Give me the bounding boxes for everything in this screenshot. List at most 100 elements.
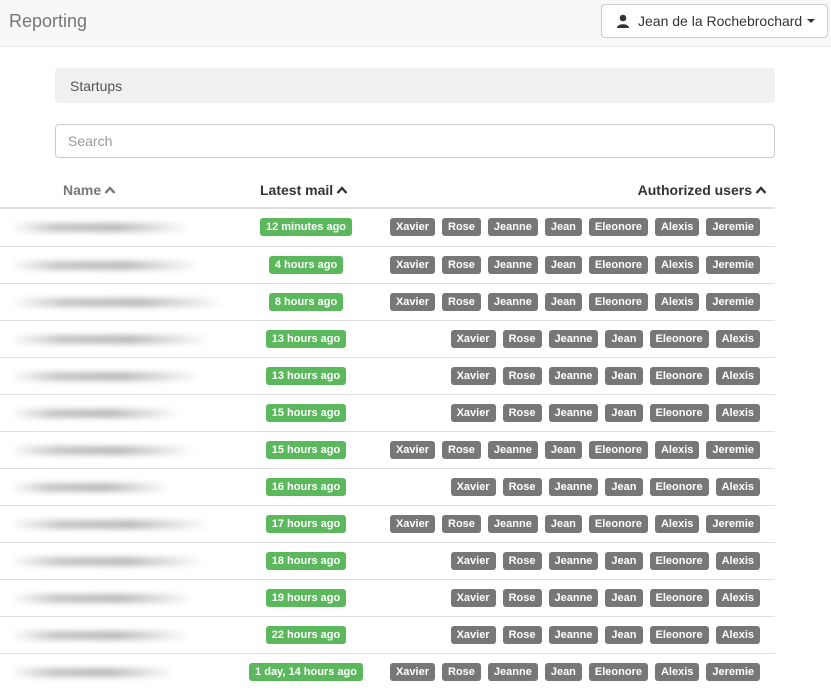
latest-mail-cell: 8 hours ago xyxy=(200,284,412,320)
startup-name-redacted xyxy=(10,631,190,640)
user-badge: Xavier xyxy=(389,293,435,311)
column-header-authorized-users[interactable]: Authorized users xyxy=(638,182,767,198)
column-header-authorized-users-label: Authorized users xyxy=(637,182,752,198)
user-badge: Jeanne xyxy=(548,478,599,496)
user-badge: Rose xyxy=(442,256,481,274)
startup-name-redacted xyxy=(10,261,200,270)
user-badge: Eleonore xyxy=(649,404,709,422)
user-badge: Rose xyxy=(502,404,542,422)
table-row[interactable]: 13 hours ago Xavier Rose Jeanne Jean Eleonore… xyxy=(0,320,775,357)
table-header: Name Latest mail Authorized users xyxy=(0,172,775,209)
authorized-users-cell: Xavier Rose Jeanne Jean Eleonore Alexis Jeremi… xyxy=(389,432,760,468)
search-input[interactable] xyxy=(55,124,775,158)
table-row[interactable]: 15 hours ago Xavier Rose Jeanne Jean Eleonore… xyxy=(0,431,775,468)
user-menu-button[interactable]: Jean de la Rochebrochard xyxy=(601,4,828,38)
latest-mail-badge: 13 hours ago xyxy=(265,330,347,348)
startup-name-redacted xyxy=(10,483,170,492)
user-badge: Xavier xyxy=(450,589,496,607)
user-badge: Alexis xyxy=(715,626,760,644)
user-badge: Alexis xyxy=(715,552,760,570)
user-badge: Jean xyxy=(605,404,643,422)
authorized-users-cell: Xavier Rose Jeanne Jean Eleonore Alexis Jeremi… xyxy=(389,506,760,542)
latest-mail-cell: 12 minutes ago xyxy=(200,209,412,245)
table-row[interactable]: 15 hours ago Xavier Rose Jeanne Jean Eleonore… xyxy=(0,394,775,431)
user-badge: Rose xyxy=(442,218,481,236)
user-badge: Eleonore xyxy=(588,441,648,459)
latest-mail-badge: 18 hours ago xyxy=(265,552,347,570)
user-badge: Eleonore xyxy=(649,367,709,385)
chevron-up-icon xyxy=(104,186,116,194)
table-row[interactable]: 4 hours ago Xavier Rose Jeanne Jean Eleonore A… xyxy=(0,246,775,283)
user-badge: Rose xyxy=(502,552,542,570)
column-header-latest-mail[interactable]: Latest mail xyxy=(260,182,348,198)
startup-name-redacted xyxy=(10,520,210,529)
latest-mail-badge: 15 hours ago xyxy=(265,441,347,459)
user-badge: Jean xyxy=(605,367,643,385)
user-badge: Rose xyxy=(502,626,542,644)
user-badge: Eleonore xyxy=(588,256,648,274)
table-row[interactable]: 1 day, 14 hours ago Xavier Rose Jeanne Jean E… xyxy=(0,653,775,690)
user-badge: Jeremie xyxy=(706,256,760,274)
user-badge: Jeanne xyxy=(487,441,538,459)
latest-mail-cell: 15 hours ago xyxy=(200,395,412,431)
table-row[interactable]: 12 minutes ago Xavier Rose Jeanne Jean Eleono… xyxy=(0,209,775,246)
latest-mail-badge: 4 hours ago xyxy=(268,256,344,274)
user-badge: Alexis xyxy=(654,441,700,459)
user-badge: Jeanne xyxy=(548,626,599,644)
authorized-users-cell: Xavier Rose Jeanne Jean Eleonore Alexis xyxy=(450,358,760,394)
table-row[interactable]: 16 hours ago Xavier Rose Jeanne Jean Eleonore… xyxy=(0,468,775,505)
user-badge: Jeanne xyxy=(548,404,599,422)
user-badge: Eleonore xyxy=(649,478,709,496)
latest-mail-badge: 16 hours ago xyxy=(265,478,347,496)
user-badge: Jean xyxy=(544,441,582,459)
user-badge: Xavier xyxy=(389,218,435,236)
user-badge: Jeanne xyxy=(548,589,599,607)
table-row[interactable]: 22 hours ago Xavier Rose Jeanne Jean Eleonore… xyxy=(0,616,775,653)
user-badge: Xavier xyxy=(389,441,435,459)
table-row[interactable]: 13 hours ago Xavier Rose Jeanne Jean Eleonore… xyxy=(0,357,775,394)
authorized-users-cell: Xavier Rose Jeanne Jean Eleonore Alexis xyxy=(450,395,760,431)
user-badge: Eleonore xyxy=(649,330,709,348)
column-header-latest-mail-label: Latest mail xyxy=(260,182,334,198)
latest-mail-badge: 12 minutes ago xyxy=(259,218,353,236)
chevron-up-icon xyxy=(755,186,767,194)
user-badge: Jean xyxy=(544,256,582,274)
user-badge: Rose xyxy=(502,589,542,607)
user-badge: Alexis xyxy=(715,330,760,348)
user-badge: Jeanne xyxy=(487,515,538,533)
user-badge: Jean xyxy=(605,626,643,644)
authorized-users-cell: Xavier Rose Jeanne Jean Eleonore Alexis Jeremi… xyxy=(389,209,760,245)
table-row[interactable]: 17 hours ago Xavier Rose Jeanne Jean Eleonore… xyxy=(0,505,775,542)
table-row[interactable]: 8 hours ago Xavier Rose Jeanne Jean Eleonore A… xyxy=(0,283,775,320)
latest-mail-cell: 15 hours ago xyxy=(200,432,412,468)
user-badge: Rose xyxy=(502,367,542,385)
authorized-users-cell: Xavier Rose Jeanne Jean Eleonore Alexis xyxy=(450,321,760,357)
latest-mail-cell: 22 hours ago xyxy=(200,617,412,653)
app-brand[interactable]: Reporting xyxy=(9,11,87,32)
latest-mail-badge: 19 hours ago xyxy=(265,589,347,607)
column-header-name[interactable]: Name xyxy=(63,182,116,198)
latest-mail-badge: 13 hours ago xyxy=(265,367,347,385)
navbar: Reporting Jean de la Rochebrochard xyxy=(0,0,831,47)
user-badge: Xavier xyxy=(450,404,496,422)
latest-mail-cell: 19 hours ago xyxy=(200,580,412,616)
user-badge: Xavier xyxy=(450,367,496,385)
table-row[interactable]: 19 hours ago Xavier Rose Jeanne Jean Eleonore… xyxy=(0,579,775,616)
user-badge: Alexis xyxy=(715,478,760,496)
user-badge: Jeremie xyxy=(706,293,760,311)
user-badge: Rose xyxy=(442,663,481,681)
latest-mail-cell: 13 hours ago xyxy=(200,321,412,357)
user-badge: Rose xyxy=(442,515,481,533)
user-badge: Jeanne xyxy=(487,256,538,274)
startup-name-redacted xyxy=(10,668,175,677)
startup-name-redacted xyxy=(10,446,195,455)
user-badge: Alexis xyxy=(715,404,760,422)
user-badge: Jeremie xyxy=(706,515,760,533)
user-badge: Xavier xyxy=(450,478,496,496)
user-badge: Alexis xyxy=(654,663,700,681)
user-badge: Eleonore xyxy=(649,626,709,644)
latest-mail-badge: 1 day, 14 hours ago xyxy=(249,663,363,681)
startup-name-redacted xyxy=(10,594,195,603)
user-badge: Xavier xyxy=(450,552,496,570)
table-row[interactable]: 18 hours ago Xavier Rose Jeanne Jean Eleonore… xyxy=(0,542,775,579)
